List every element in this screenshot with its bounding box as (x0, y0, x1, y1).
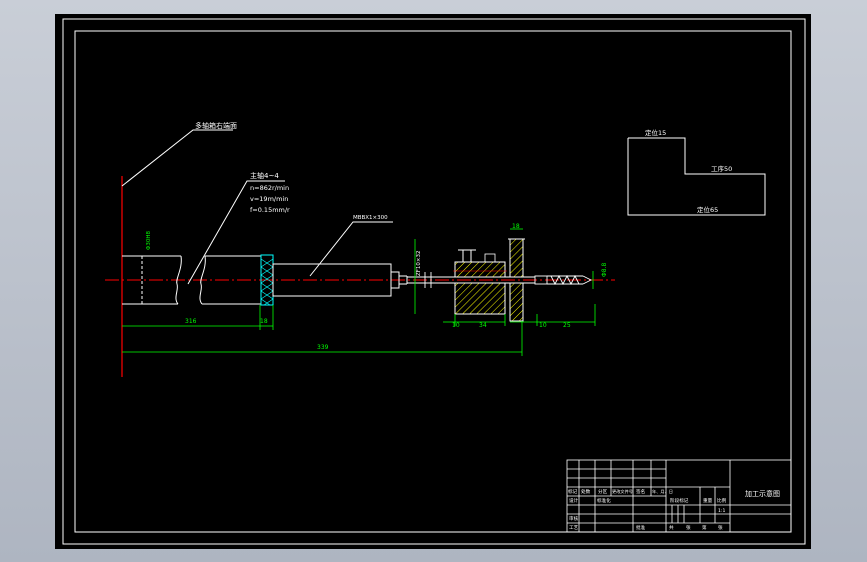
dim-vert: Φ30H8 (146, 231, 152, 250)
ref-work: 工序50 (711, 164, 732, 173)
std-label: 标准化 (597, 497, 611, 504)
ref-top: 定位15 (645, 128, 666, 137)
cad-viewport[interactable]: 多轴箱右端面 主轴4~4 n=862r/min v=19m/min f=0.15… (55, 14, 811, 549)
dim-316: 316 (185, 318, 197, 325)
speed-n: n=862r/min (250, 184, 289, 192)
inner-border (74, 30, 792, 533)
dim-10: 10 (452, 322, 460, 329)
knurl-lines (260, 258, 274, 306)
bushing-label: ZF10×32 (416, 250, 422, 276)
dim-10b: 10 (539, 322, 547, 329)
dim-34: 34 (479, 322, 487, 329)
dim-18: 18 (512, 223, 520, 230)
dimension-texts: 316 18 339 10 34 10 25 18 Φ8.8 Φ30H8 (146, 223, 608, 351)
face-note-leader (121, 129, 233, 187)
title-block-header: 标记 (568, 488, 578, 495)
title-block-header: 签名 (636, 488, 645, 495)
title-block-texts: 标记 处数 分区 更改文件号 签名 年、月、日 设计 标准化 审核 工艺 批准 … (568, 488, 780, 531)
outer-border (62, 18, 806, 545)
drawing-canvas: 多轴箱右端面 主轴4~4 n=862r/min v=19m/min f=0.15… (62, 18, 806, 545)
dimension-lines (122, 228, 596, 356)
ref-bottom: 定位65 (697, 205, 718, 214)
spindle-label-leader (309, 221, 393, 277)
approve-label: 批准 (636, 524, 646, 531)
process-note: 主轴4~4 (250, 171, 279, 180)
part-sketch (627, 137, 766, 216)
sheet-label: 第 (702, 524, 707, 531)
sheet-label: 张 (718, 524, 723, 531)
sheet-label: 共 (669, 524, 674, 531)
role-design: 设计 (569, 497, 579, 504)
weight-label: 重量 (703, 497, 713, 504)
scale-label: 比例 (717, 497, 727, 504)
speed-v: v=19m/min (250, 195, 288, 203)
dim-25: 25 (563, 322, 571, 329)
title-block-header: 更改文件号 (612, 488, 633, 495)
drawing-title: 加工示意图 (745, 489, 780, 498)
scale-value: 1:1 (718, 508, 725, 514)
feed-f: f=0.15mm/r (250, 206, 290, 214)
role-review: 审核 (569, 515, 579, 522)
dim-total: 339 (317, 344, 329, 351)
sheet-label: 张 (686, 524, 691, 531)
spindle-label: MBBX1×300 (353, 215, 388, 221)
face-note: 多轴箱右端面 (195, 121, 237, 130)
fixture (453, 249, 507, 315)
stage-label: 阶段标记 (670, 497, 689, 504)
title-block-header: 分区 (598, 488, 608, 495)
title-block-header: 年、月、日 (652, 488, 673, 495)
title-block-header: 处数 (581, 488, 591, 495)
role-process: 工艺 (569, 525, 579, 531)
dim-dia: Φ8.8 (601, 263, 608, 277)
dim-18a: 18 (260, 318, 268, 325)
